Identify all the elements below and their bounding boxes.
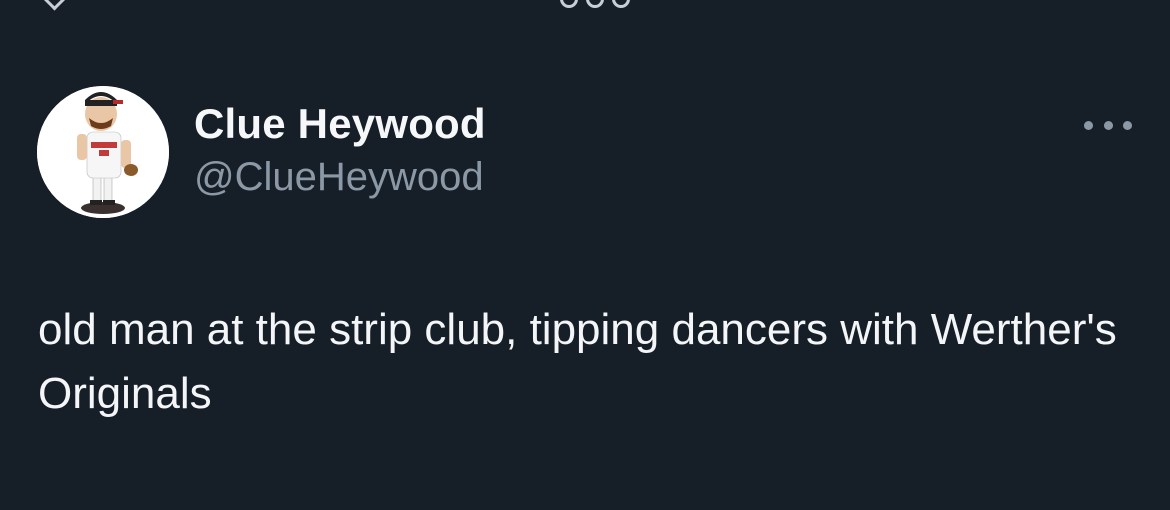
dot-icon [1103,120,1113,130]
dot-icon [1123,120,1132,130]
dot-icon [1084,120,1093,130]
back-chevron-icon[interactable] [42,0,67,11]
author-display-name[interactable]: Clue Heywood [194,100,486,148]
top-toolbar-cutoff [0,0,1170,11]
bobblehead-figure-icon [37,86,169,218]
circle-icon [612,0,630,8]
circle-icon [560,0,578,8]
tweet-card: Clue Heywood @ClueHeywood old man at the… [0,0,1170,510]
tweet-text: old man at the strip club, tipping dance… [38,305,1117,418]
more-options-icon[interactable] [1084,110,1132,140]
author-handle[interactable]: @ClueHeywood [194,155,484,200]
toolbar-circles [560,0,650,8]
circle-icon [586,0,604,8]
avatar[interactable] [37,86,169,218]
